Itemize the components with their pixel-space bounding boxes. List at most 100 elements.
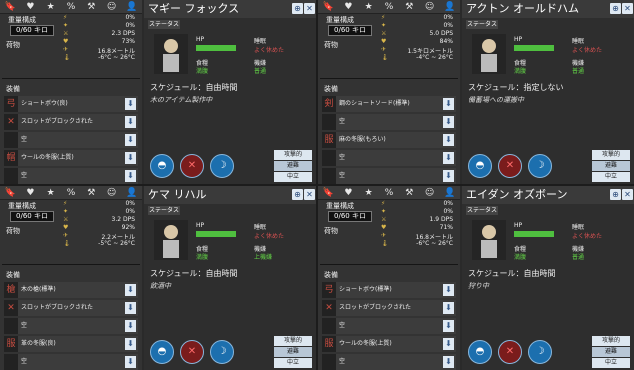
tab-4[interactable]: ⚒	[84, 2, 98, 12]
tab-6[interactable]: 👤	[125, 188, 139, 198]
cancel-icon[interactable]: ✕	[180, 154, 204, 178]
unequip-arrow-icon[interactable]: ⬇	[125, 338, 136, 350]
tab-3[interactable]: %	[64, 188, 78, 198]
unequip-arrow-icon[interactable]: ⬇	[443, 320, 454, 332]
tab-5[interactable]: ☺	[105, 2, 119, 12]
tab-4[interactable]: ⚒	[402, 188, 416, 198]
banana-icon[interactable]: ☽	[528, 340, 552, 364]
equipment-slot[interactable]: 帽ウールの冬服(上質) ⬇	[4, 150, 138, 166]
equipment-slot[interactable]: 剣鋼のショートソード(標準) ⬇	[322, 96, 456, 112]
cancel-icon[interactable]: ✕	[180, 340, 204, 364]
equipment-slot[interactable]: 空 ⬇	[322, 318, 456, 334]
unequip-arrow-icon[interactable]: ⬇	[125, 134, 136, 146]
close-icon[interactable]: ✕	[304, 189, 315, 200]
status-tab[interactable]: ステータス	[466, 206, 498, 215]
equipment-slot[interactable]: ✕ スロットがブロックされた ⬇	[322, 300, 456, 316]
unequip-arrow-icon[interactable]: ⬇	[443, 134, 454, 146]
tab-1[interactable]: ♥	[23, 188, 37, 198]
stance-attack-button[interactable]: 攻撃的	[274, 150, 312, 160]
pin-icon[interactable]: ⊕	[610, 3, 621, 14]
equipment-slot[interactable]: 弓ショートボウ(標準) ⬇	[322, 282, 456, 298]
tab-5[interactable]: ☺	[423, 2, 437, 12]
banana-icon[interactable]: ☽	[528, 154, 552, 178]
tab-1[interactable]: ♥	[341, 188, 355, 198]
equipment-slot[interactable]: 槍木の槍(標準) ⬇	[4, 282, 138, 298]
equipment-slot[interactable]: 空 ⬇	[4, 354, 138, 370]
tab-6[interactable]: 👤	[443, 188, 457, 198]
pin-icon[interactable]: ⊕	[610, 189, 621, 200]
tab-5[interactable]: ☺	[423, 188, 437, 198]
status-tab[interactable]: ステータス	[148, 206, 180, 215]
close-icon[interactable]: ✕	[622, 189, 633, 200]
unequip-arrow-icon[interactable]: ⬇	[125, 170, 136, 182]
stance-neutral-button[interactable]: 中立	[274, 172, 312, 182]
equipment-slot[interactable]: 服革の冬服(良) ⬇	[4, 336, 138, 352]
status-tab[interactable]: ステータス	[466, 20, 498, 29]
cancel-icon[interactable]: ✕	[498, 154, 522, 178]
unequip-arrow-icon[interactable]: ⬇	[443, 284, 454, 296]
equipment-slot[interactable]: 服麻の冬服(もろい) ⬇	[322, 132, 456, 148]
banana-icon[interactable]: ☽	[210, 340, 234, 364]
tab-0[interactable]: 🔖	[3, 188, 17, 198]
stance-attack-button[interactable]: 攻撃的	[592, 336, 630, 346]
close-icon[interactable]: ✕	[304, 3, 315, 14]
unequip-arrow-icon[interactable]: ⬇	[125, 116, 136, 128]
tab-2[interactable]: ★	[44, 188, 58, 198]
equipment-slot[interactable]: 空 ⬇	[322, 150, 456, 166]
unequip-arrow-icon[interactable]: ⬇	[125, 98, 136, 110]
pin-icon[interactable]: ⊕	[292, 3, 303, 14]
unequip-arrow-icon[interactable]: ⬇	[125, 284, 136, 296]
horn-icon[interactable]: ◓	[150, 154, 174, 178]
tab-1[interactable]: ♥	[23, 2, 37, 12]
stance-neutral-button[interactable]: 中立	[592, 172, 630, 182]
unequip-arrow-icon[interactable]: ⬇	[443, 302, 454, 314]
tab-1[interactable]: ♥	[341, 2, 355, 12]
tab-0[interactable]: 🔖	[321, 2, 335, 12]
banana-icon[interactable]: ☽	[210, 154, 234, 178]
unequip-arrow-icon[interactable]: ⬇	[125, 356, 136, 368]
equipment-slot[interactable]: 空 ⬇	[4, 318, 138, 334]
tab-3[interactable]: %	[64, 2, 78, 12]
stance-neutral-button[interactable]: 中立	[592, 358, 630, 368]
tab-0[interactable]: 🔖	[321, 188, 335, 198]
tab-5[interactable]: ☺	[105, 188, 119, 198]
cancel-icon[interactable]: ✕	[498, 340, 522, 364]
status-tab[interactable]: ステータス	[148, 20, 180, 29]
tab-6[interactable]: 👤	[125, 2, 139, 12]
equipment-slot[interactable]: 空 ⬇	[322, 114, 456, 130]
unequip-arrow-icon[interactable]: ⬇	[443, 98, 454, 110]
tab-4[interactable]: ⚒	[402, 2, 416, 12]
tab-3[interactable]: %	[382, 188, 396, 198]
unequip-arrow-icon[interactable]: ⬇	[125, 152, 136, 164]
equipment-slot[interactable]: ✕ スロットがブロックされた ⬇	[4, 114, 138, 130]
tab-3[interactable]: %	[382, 2, 396, 12]
pin-icon[interactable]: ⊕	[292, 189, 303, 200]
equipment-slot[interactable]: 弓ショートボウ(良) ⬇	[4, 96, 138, 112]
equipment-slot[interactable]: 空 ⬇	[322, 354, 456, 370]
tab-2[interactable]: ★	[362, 2, 376, 12]
unequip-arrow-icon[interactable]: ⬇	[443, 338, 454, 350]
horn-icon[interactable]: ◓	[468, 340, 492, 364]
equipment-slot[interactable]: ✕ スロットがブロックされた ⬇	[4, 300, 138, 316]
unequip-arrow-icon[interactable]: ⬇	[443, 170, 454, 182]
tab-0[interactable]: 🔖	[3, 2, 17, 12]
equipment-slot[interactable]: 服ウールの冬服(上質) ⬇	[322, 336, 456, 352]
stance-neutral-button[interactable]: 中立	[274, 358, 312, 368]
stance-evade-button[interactable]: 避難	[274, 347, 312, 357]
stance-evade-button[interactable]: 避難	[592, 161, 630, 171]
unequip-arrow-icon[interactable]: ⬇	[443, 152, 454, 164]
unequip-arrow-icon[interactable]: ⬇	[125, 302, 136, 314]
close-icon[interactable]: ✕	[622, 3, 633, 14]
stance-evade-button[interactable]: 避難	[274, 161, 312, 171]
equipment-slot[interactable]: 空 ⬇	[4, 132, 138, 148]
stance-evade-button[interactable]: 避難	[592, 347, 630, 357]
unequip-arrow-icon[interactable]: ⬇	[443, 356, 454, 368]
unequip-arrow-icon[interactable]: ⬇	[125, 320, 136, 332]
unequip-arrow-icon[interactable]: ⬇	[443, 116, 454, 128]
tab-6[interactable]: 👤	[443, 2, 457, 12]
stance-attack-button[interactable]: 攻撃的	[592, 150, 630, 160]
tab-2[interactable]: ★	[362, 188, 376, 198]
tab-2[interactable]: ★	[44, 2, 58, 12]
equipment-slot[interactable]: 空 ⬇	[322, 168, 456, 184]
horn-icon[interactable]: ◓	[150, 340, 174, 364]
